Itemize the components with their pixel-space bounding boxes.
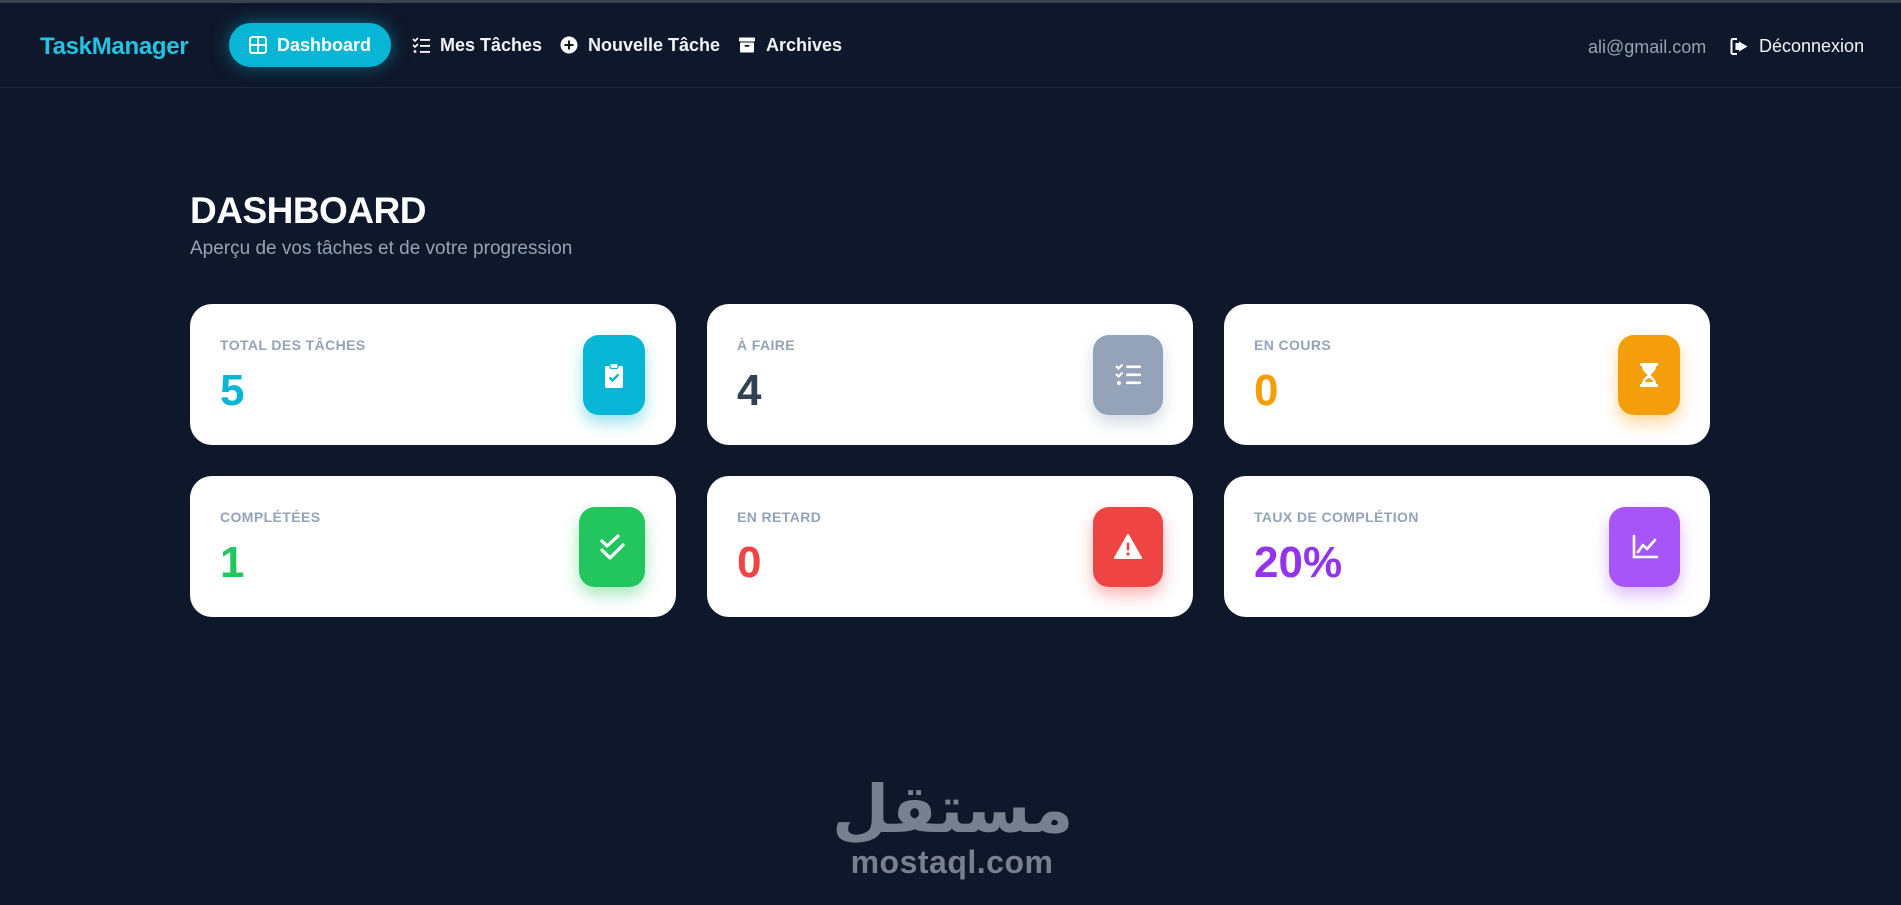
nav-nouvelle-tache-label: Nouvelle Tâche	[588, 34, 721, 55]
stat-card-completees: COMPLÉTÉES 1	[190, 476, 676, 617]
clipboard-check-icon	[599, 360, 629, 390]
stat-card-en-retard: EN RETARD 0	[707, 476, 1193, 617]
stat-card-taux-completion: TAUX DE COMPLÉTION 20%	[1224, 476, 1710, 617]
stat-icon-box	[583, 335, 645, 415]
nav-mes-taches-label: Mes Tâches	[440, 34, 543, 55]
stat-label: COMPLÉTÉES	[220, 509, 321, 525]
stat-label: EN COURS	[1254, 337, 1332, 353]
stat-icon-box	[1093, 507, 1163, 587]
plus-circle-icon	[560, 36, 578, 54]
stat-icon-box	[579, 507, 645, 587]
list-check-icon	[412, 36, 430, 54]
warning-icon	[1113, 532, 1143, 562]
stat-value: 0	[737, 538, 762, 587]
stat-value: 5	[220, 366, 245, 415]
page-subtitle: Aperçu de vos tâches et de votre progres…	[190, 238, 573, 259]
nav-archives-label: Archives	[766, 34, 843, 55]
stat-icon-box	[1093, 335, 1163, 415]
logout-button[interactable]: Déconnexion	[1730, 36, 1864, 57]
stat-card-total: TOTAL DES TÂCHES 5	[190, 304, 676, 445]
nav-mes-taches[interactable]: Mes Tâches	[392, 23, 562, 67]
stat-label: TAUX DE COMPLÉTION	[1254, 509, 1419, 525]
watermark-arabic: مستقل	[832, 771, 1074, 848]
nav-nouvelle-tache[interactable]: Nouvelle Tâche	[540, 23, 740, 67]
double-check-icon	[597, 532, 627, 562]
stat-label: À FAIRE	[737, 337, 796, 353]
line-chart-icon	[1630, 532, 1660, 562]
stat-card-en-cours: EN COURS 0	[1224, 304, 1710, 445]
stat-icon-box	[1609, 507, 1680, 587]
nav-dashboard-label: Dashboard	[277, 34, 372, 55]
list-check-icon	[1113, 360, 1143, 390]
nav-archives[interactable]: Archives	[718, 23, 862, 67]
stat-value: 20%	[1254, 538, 1343, 587]
stat-icon-box	[1618, 335, 1680, 415]
archive-icon	[738, 36, 756, 54]
nav-dashboard[interactable]: Dashboard	[229, 23, 392, 67]
stat-card-a-faire: À FAIRE 4	[707, 304, 1193, 445]
brand-logo[interactable]: TaskManager	[40, 33, 189, 61]
logout-icon	[1730, 37, 1749, 56]
logout-label: Déconnexion	[1759, 36, 1865, 56]
stat-value: 0	[1254, 366, 1279, 415]
page-title: DASHBOARD	[190, 190, 427, 231]
navbar: TaskManager Dashboard Mes Tâches Nouvell…	[0, 3, 1901, 88]
watermark: مستقل mostaql.com	[832, 771, 1074, 880]
watermark-latin: mostaql.com	[850, 844, 1054, 880]
stat-value: 1	[220, 538, 245, 587]
stat-label: TOTAL DES TÂCHES	[220, 337, 366, 353]
grid-icon	[249, 36, 267, 54]
stat-label: EN RETARD	[737, 509, 822, 525]
hourglass-icon	[1634, 360, 1664, 390]
user-email: ali@gmail.com	[1588, 37, 1707, 57]
stat-value: 4	[737, 366, 762, 415]
